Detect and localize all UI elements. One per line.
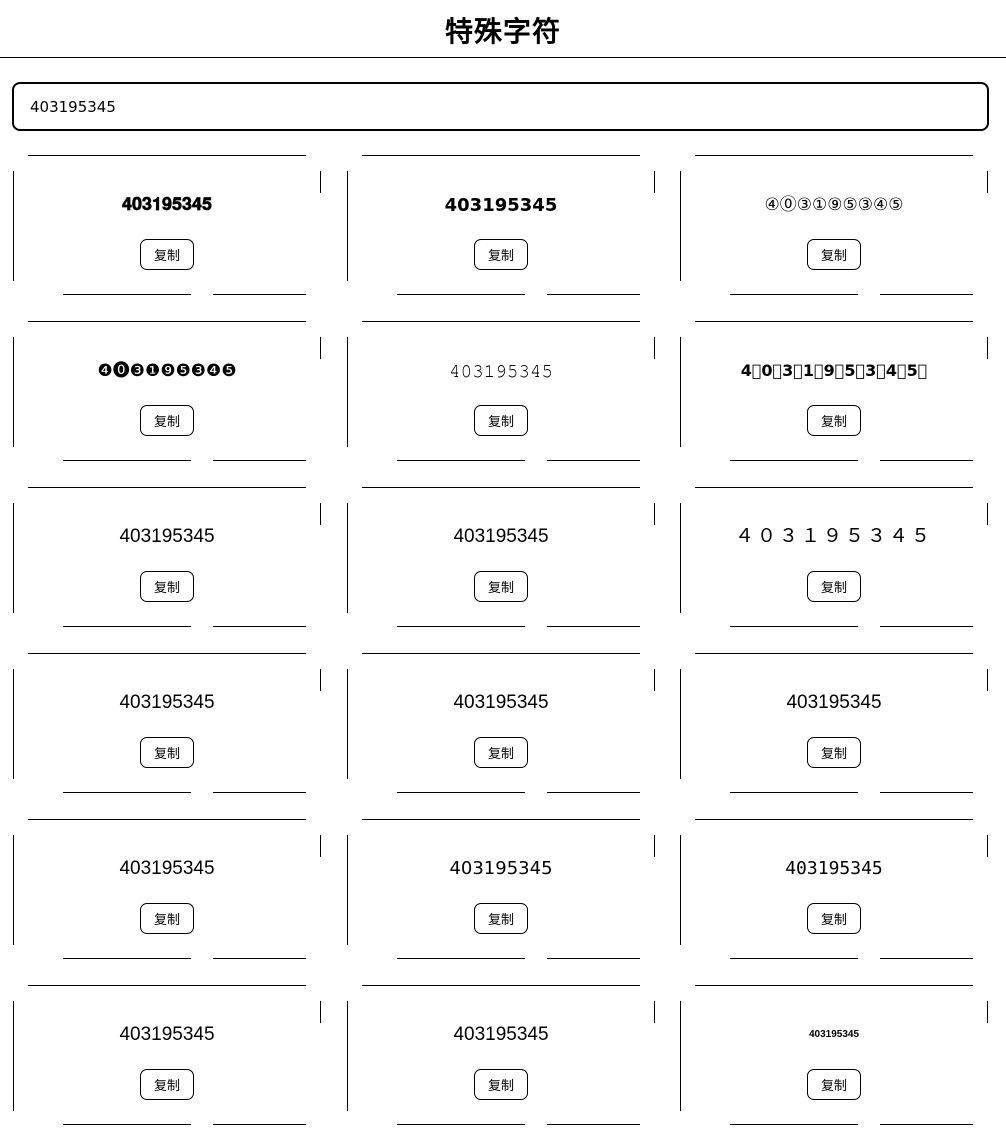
styled-text: 403195345 bbox=[808, 1029, 860, 1040]
card-content: 403195345 复制 bbox=[13, 977, 321, 1133]
styled-text: 403195345 bbox=[119, 858, 215, 879]
page-title: 特殊字符 bbox=[444, 14, 561, 48]
card-content: 𝟒𝟎𝟑𝟏𝟗𝟓𝟑𝟒𝟓 复制 bbox=[13, 147, 321, 303]
page-header: 特殊字符 bbox=[0, 0, 1006, 58]
copy-button[interactable]: 复制 bbox=[474, 239, 528, 270]
search-box[interactable] bbox=[12, 82, 989, 131]
result-card: ④⓪③①⑨⑤③④⑤ 复制 bbox=[680, 147, 1000, 303]
copy-button[interactable]: 复制 bbox=[474, 737, 528, 768]
card-content: 403195345 复制 bbox=[680, 811, 988, 967]
styled-text: 403195345 bbox=[119, 526, 215, 547]
card-content: 403195345 复制 bbox=[680, 645, 988, 801]
result-card: 403195345 复制 bbox=[347, 811, 667, 967]
card-content: ４０３１９５３４５ 复制 bbox=[680, 479, 988, 635]
styled-text: 𝟺𝟶𝟹𝟷𝟿𝟻𝟹𝟺𝟻 bbox=[448, 361, 553, 381]
copy-button[interactable]: 复制 bbox=[474, 405, 528, 436]
styled-text: 𝟒𝟎𝟑𝟏𝟗𝟓𝟑𝟒𝟓 bbox=[121, 194, 213, 215]
styled-text: ④⓪③①⑨⑤③④⑤ bbox=[764, 195, 904, 215]
result-card: ❹⓿❸❶❾❺❸❹❺ 复制 bbox=[13, 313, 333, 469]
card-content: 403195345 复制 bbox=[13, 811, 321, 967]
result-card: 403195345 复制 bbox=[680, 645, 1000, 801]
result-card: 403195345 复制 bbox=[347, 645, 667, 801]
copy-button[interactable]: 复制 bbox=[140, 571, 194, 602]
card-content: 403195345 复制 bbox=[347, 645, 655, 801]
styled-text: 403195345 bbox=[119, 1024, 215, 1045]
styled-text: 𝟰𝟬𝟯𝟭𝟵𝟱𝟯𝟰𝟱 bbox=[444, 195, 558, 215]
card-content: 𝟺𝟶𝟹𝟷𝟿𝟻𝟹𝟺𝟻 复制 bbox=[347, 313, 655, 469]
card-content: 4⃣0⃣3⃣1⃣9⃣5⃣3⃣4⃣5⃣ 复制 bbox=[680, 313, 988, 469]
result-card: ４０３１９５３４５ 复制 bbox=[680, 479, 1000, 635]
styled-text: 403195345 bbox=[453, 1024, 549, 1045]
search-input[interactable] bbox=[30, 97, 971, 116]
copy-button[interactable]: 复制 bbox=[474, 571, 528, 602]
copy-button[interactable]: 复制 bbox=[474, 903, 528, 934]
card-content: 403195345 复制 bbox=[13, 645, 321, 801]
copy-button[interactable]: 复制 bbox=[807, 903, 861, 934]
styled-text: ❹⓿❸❶❾❺❸❹❺ bbox=[97, 361, 237, 381]
styled-text: 403195345 bbox=[453, 692, 549, 713]
result-card: 403195345 复制 bbox=[680, 811, 1000, 967]
copy-button[interactable]: 复制 bbox=[140, 737, 194, 768]
styled-text: 403195345 bbox=[453, 526, 549, 547]
copy-button[interactable]: 复制 bbox=[807, 239, 861, 270]
copy-button[interactable]: 复制 bbox=[140, 239, 194, 270]
styled-text: 403195345 bbox=[119, 692, 215, 713]
result-card: 403195345 复制 bbox=[13, 645, 333, 801]
card-content: ❹⓿❸❶❾❺❸❹❺ 复制 bbox=[13, 313, 321, 469]
copy-button[interactable]: 复制 bbox=[807, 405, 861, 436]
result-card: 𝟰𝟬𝟯𝟭𝟵𝟱𝟯𝟰𝟱 复制 bbox=[347, 147, 667, 303]
result-card: 403195345 复制 bbox=[13, 811, 333, 967]
result-card: 403195345 复制 bbox=[13, 479, 333, 635]
result-card: 𝟒𝟎𝟑𝟏𝟗𝟓𝟑𝟒𝟓 复制 bbox=[13, 147, 333, 303]
styled-text: 403195345 bbox=[786, 692, 882, 713]
copy-button[interactable]: 复制 bbox=[474, 1069, 528, 1100]
card-content: 403195345 复制 bbox=[347, 811, 655, 967]
styled-text: 403195345 bbox=[449, 858, 553, 879]
result-card: 403195345 复制 bbox=[680, 977, 1000, 1133]
result-card: 403195345 复制 bbox=[13, 977, 333, 1133]
styled-text: 403195345 bbox=[785, 858, 883, 879]
card-content: 403195345 复制 bbox=[13, 479, 321, 635]
result-card: 𝟺𝟶𝟹𝟷𝟿𝟻𝟹𝟺𝟻 复制 bbox=[347, 313, 667, 469]
copy-button[interactable]: 复制 bbox=[140, 1069, 194, 1100]
copy-button[interactable]: 复制 bbox=[807, 571, 861, 602]
styled-text: 4⃣0⃣3⃣1⃣9⃣5⃣3⃣4⃣5⃣ bbox=[740, 361, 928, 380]
result-card: 4⃣0⃣3⃣1⃣9⃣5⃣3⃣4⃣5⃣ 复制 bbox=[680, 313, 1000, 469]
card-content: ④⓪③①⑨⑤③④⑤ 复制 bbox=[680, 147, 988, 303]
styled-text: ４０３１９５３４５ bbox=[734, 526, 933, 547]
card-content: 403195345 复制 bbox=[347, 479, 655, 635]
copy-button[interactable]: 复制 bbox=[807, 737, 861, 768]
card-content: 403195345 复制 bbox=[680, 977, 988, 1133]
copy-button[interactable]: 复制 bbox=[807, 1069, 861, 1100]
result-card: 403195345 复制 bbox=[347, 977, 667, 1133]
result-card: 403195345 复制 bbox=[347, 479, 667, 635]
copy-button[interactable]: 复制 bbox=[140, 903, 194, 934]
card-content: 𝟰𝟬𝟯𝟭𝟵𝟱𝟯𝟰𝟱 复制 bbox=[347, 147, 655, 303]
copy-button[interactable]: 复制 bbox=[140, 405, 194, 436]
card-content: 403195345 复制 bbox=[347, 977, 655, 1133]
